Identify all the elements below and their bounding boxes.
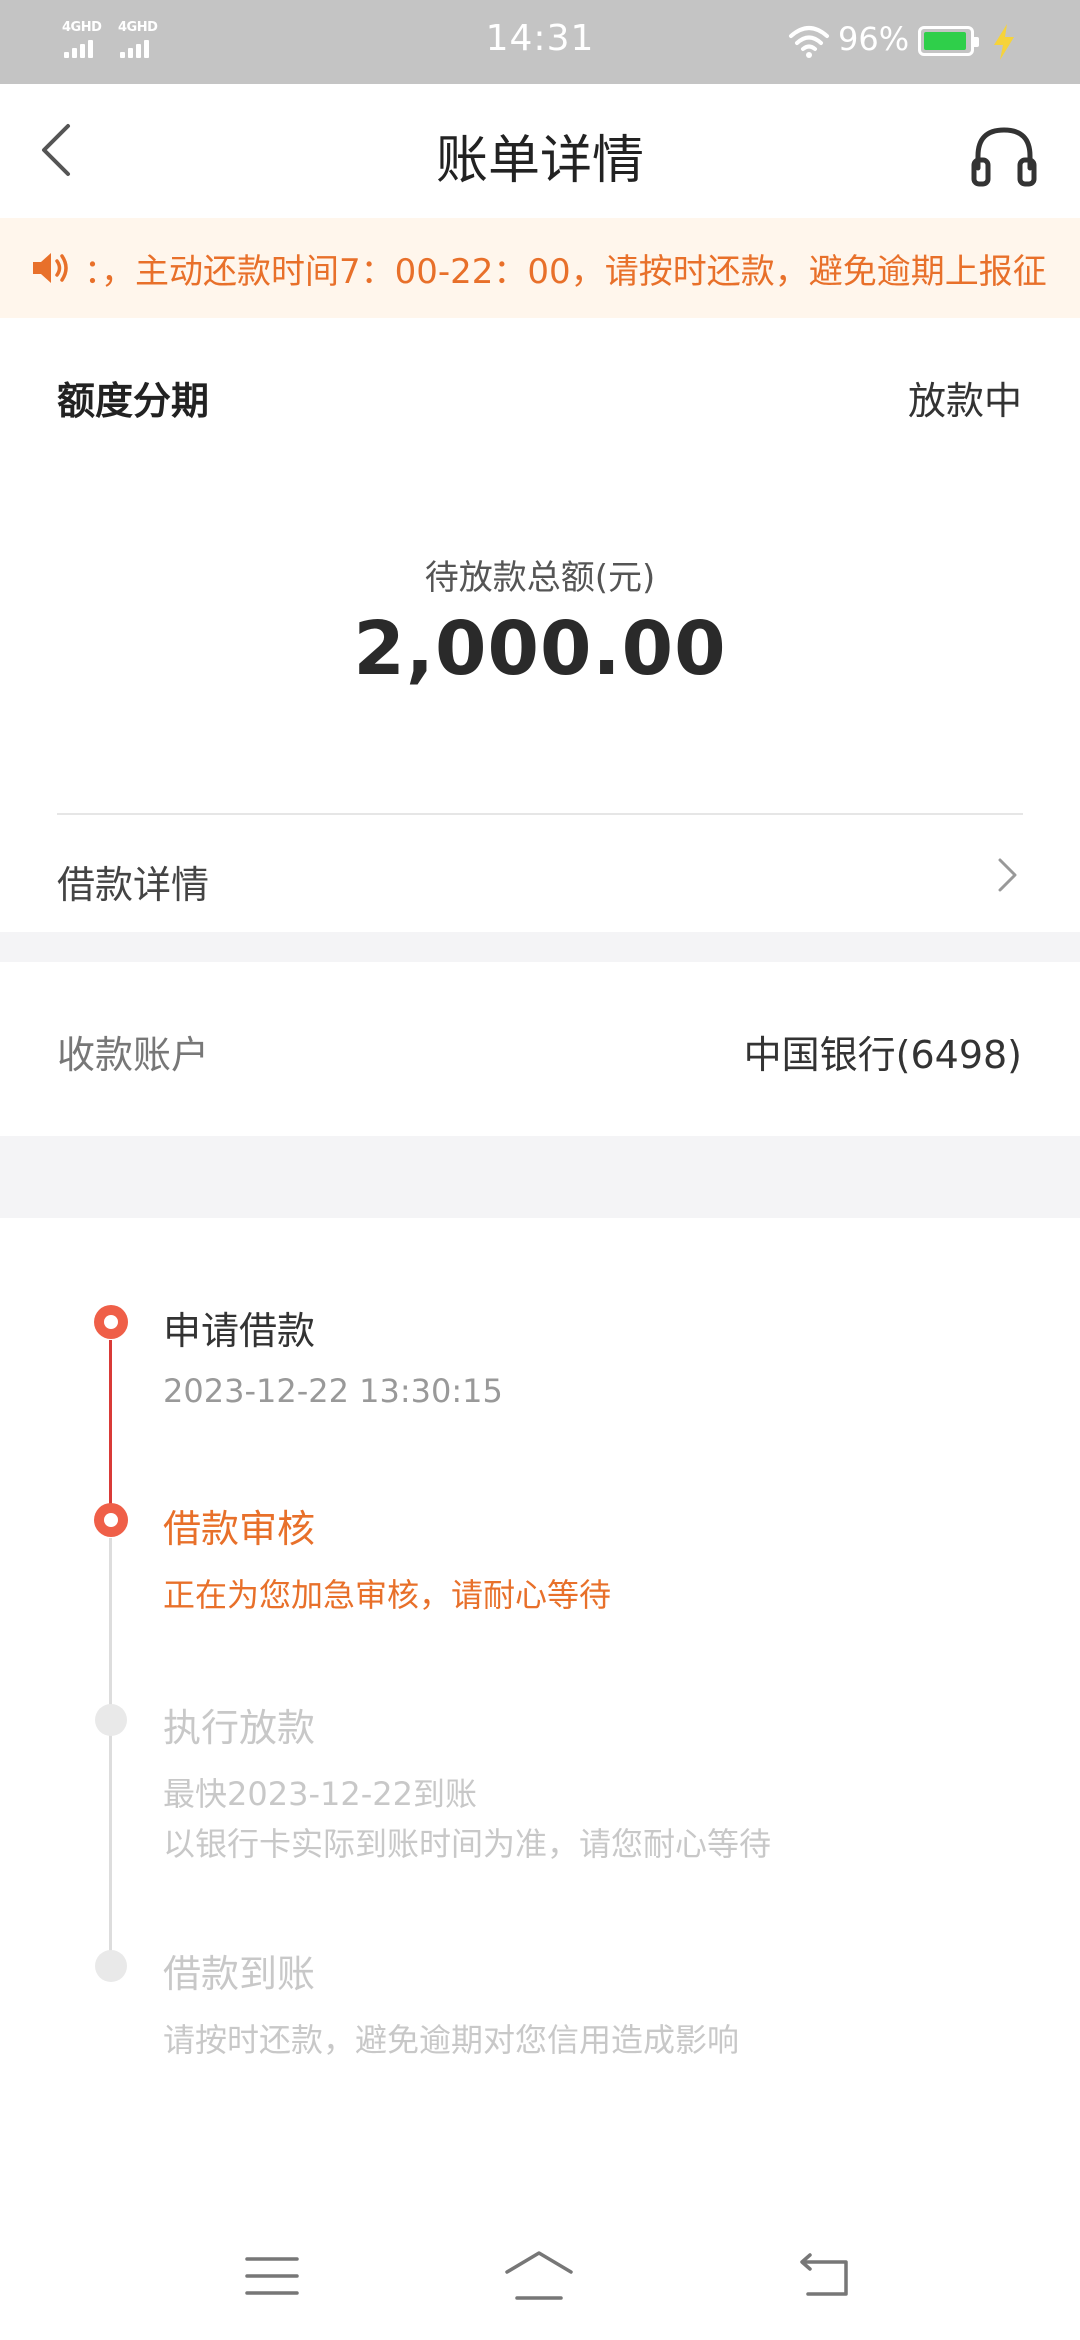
section-gap: [0, 932, 1080, 962]
timeline-step-title: 借款审核: [163, 1507, 316, 1551]
account-label: 收款账户: [57, 1033, 210, 1077]
wifi-icon: [789, 26, 829, 58]
charging-icon: [994, 24, 1014, 60]
amount-value: 2,000.00: [353, 606, 727, 692]
loan-detail-row[interactable]: 借款详情: [0, 816, 1080, 932]
timeline-step-title: 执行放款: [163, 1706, 316, 1750]
timeline-step-desc: 以银行卡实际到账时间为准，请您耐心等待: [163, 1825, 772, 1863]
timeline-dot-pending: [95, 1950, 127, 1982]
divider: [57, 813, 1023, 815]
timeline-dot-done: [94, 1305, 128, 1339]
timeline-step-desc: 最快2023-12-22到账: [163, 1775, 477, 1813]
timeline-step-title: 借款到账: [163, 1952, 316, 1996]
notice-bar[interactable]: ：，主动还款时间7：00-22：00，请按时还款，避免逾期上报征: [0, 218, 1080, 318]
account-value: 中国银行(6498): [743, 1033, 1022, 1077]
timeline-step-desc: 正在为您加急审核，请耐心等待: [163, 1576, 612, 1614]
battery-percent: 96%: [838, 20, 910, 58]
nav-bar: 账单详情: [0, 84, 1080, 219]
amount-label: 待放款总额(元): [424, 558, 656, 598]
speaker-icon: [33, 253, 68, 283]
timeline-step-desc: 请按时还款，避免逾期对您信用造成影响: [163, 2021, 740, 2059]
status-bar: 4GHD 4GHD 14:31 96%: [0, 0, 1080, 84]
loan-detail-label: 借款详情: [57, 863, 210, 907]
section-gap: [0, 1136, 1080, 1218]
timeline-dot-active: [94, 1503, 128, 1537]
headset-icon[interactable]: [970, 124, 1038, 190]
timeline-dot-pending: [95, 1704, 127, 1736]
account-row: 收款账户 中国银行(6498): [0, 962, 1080, 1136]
timeline-step-time: 2023-12-22 13:30:15: [163, 1372, 503, 1410]
notice-text: ：，主动还款时间7：00-22：00，请按时还款，避免逾期上报征: [84, 252, 1047, 292]
timeline-connector-done: [109, 1340, 112, 1520]
loan-status: 放款中: [907, 379, 1022, 423]
back-icon[interactable]: [794, 2252, 852, 2300]
chevron-right-icon: [998, 858, 1017, 892]
home-icon[interactable]: [503, 2248, 575, 2304]
timeline-step-title: 申请借款: [163, 1309, 316, 1353]
menu-icon[interactable]: [244, 2254, 300, 2298]
battery-icon: [918, 26, 979, 56]
product-name: 额度分期: [57, 379, 210, 423]
timeline-connector-pending: [109, 1538, 112, 1978]
page-title: 账单详情: [435, 131, 644, 191]
